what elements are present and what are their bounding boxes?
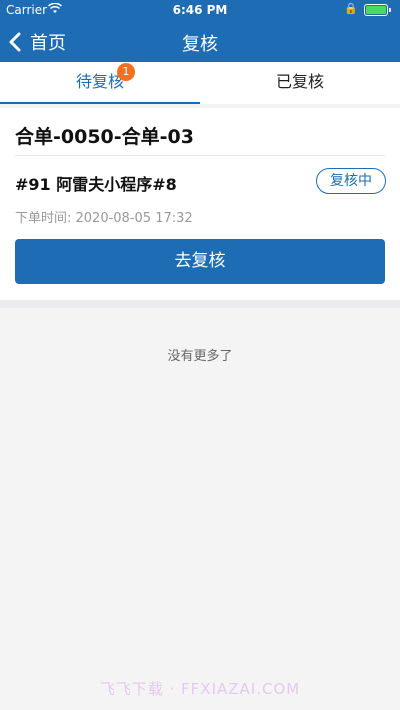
- shop-name: #91 阿雷夫小程序#8: [15, 175, 177, 194]
- tab-bar: 待复核 1 已复核: [0, 62, 400, 104]
- clock: 6:46 PM: [172, 3, 228, 17]
- battery-icon: [364, 4, 391, 16]
- nav-bar: 首页 复核: [0, 22, 400, 62]
- status-bar: Carrier 6:46 PM 🔒: [0, 0, 400, 20]
- order-time: 下单时间: 2020-08-05 17:32: [15, 211, 193, 226]
- header-bar: Carrier 6:46 PM 🔒 首页 复核: [0, 0, 400, 62]
- go-review-button[interactable]: 去复核: [15, 239, 385, 284]
- count-badge: 1: [117, 63, 135, 81]
- section-separator: [0, 300, 400, 308]
- page-title: 复核: [182, 34, 218, 55]
- list-end-text: 没有更多了: [167, 349, 233, 364]
- rotation-lock-icon: 🔒: [344, 2, 358, 15]
- active-tab-indicator: [0, 102, 200, 104]
- tab-reviewed[interactable]: 已复核: [200, 62, 400, 104]
- watermark: 飞飞下载 · FFXIAZAI.COM: [99, 680, 301, 698]
- divider: [15, 155, 385, 156]
- status-badge: 复核中: [316, 168, 386, 194]
- tab-reviewed-label: 已复核: [275, 72, 324, 91]
- order-card: 合单-0050-合单-03 #91 阿雷夫小程序#8 复核中 下单时间: 202…: [0, 108, 400, 300]
- order-title: 合单-0050-合单-03: [15, 126, 194, 148]
- tab-pending[interactable]: 待复核 1: [0, 62, 200, 104]
